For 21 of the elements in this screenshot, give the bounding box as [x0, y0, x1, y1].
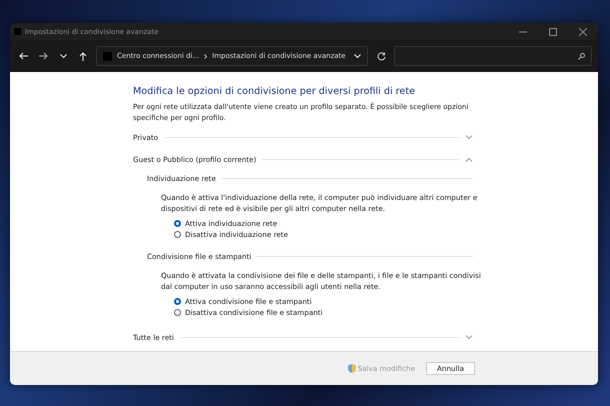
- breadcrumb-separator-icon: [204, 54, 208, 58]
- chevron-icon[interactable]: [465, 156, 473, 162]
- up-arrow-icon[interactable]: [79, 52, 87, 60]
- search-field[interactable]: [394, 46, 592, 66]
- shield-icon: [348, 364, 356, 373]
- maximize-icon[interactable]: [549, 28, 557, 36]
- app-icon: [14, 28, 21, 35]
- dropdown-chevron-icon[interactable]: [354, 54, 361, 58]
- dropdown-chevron-icon[interactable]: [60, 54, 66, 58]
- radio-button[interactable]: [174, 298, 181, 305]
- forward-arrow-icon[interactable]: [38, 52, 48, 60]
- page-heading: Modifica le opzioni di condivisione per diversi profili di rete: [133, 86, 416, 97]
- radio-button[interactable]: [174, 231, 181, 238]
- close-icon[interactable]: [579, 28, 587, 36]
- search-icon: [578, 52, 585, 60]
- chevron-icon[interactable]: [465, 334, 473, 340]
- refresh-icon[interactable]: [376, 52, 386, 60]
- chevron-icon[interactable]: [465, 134, 473, 140]
- back-arrow-icon[interactable]: [18, 52, 28, 60]
- radio-button[interactable]: [174, 309, 181, 316]
- radio-button[interactable]: [174, 220, 181, 227]
